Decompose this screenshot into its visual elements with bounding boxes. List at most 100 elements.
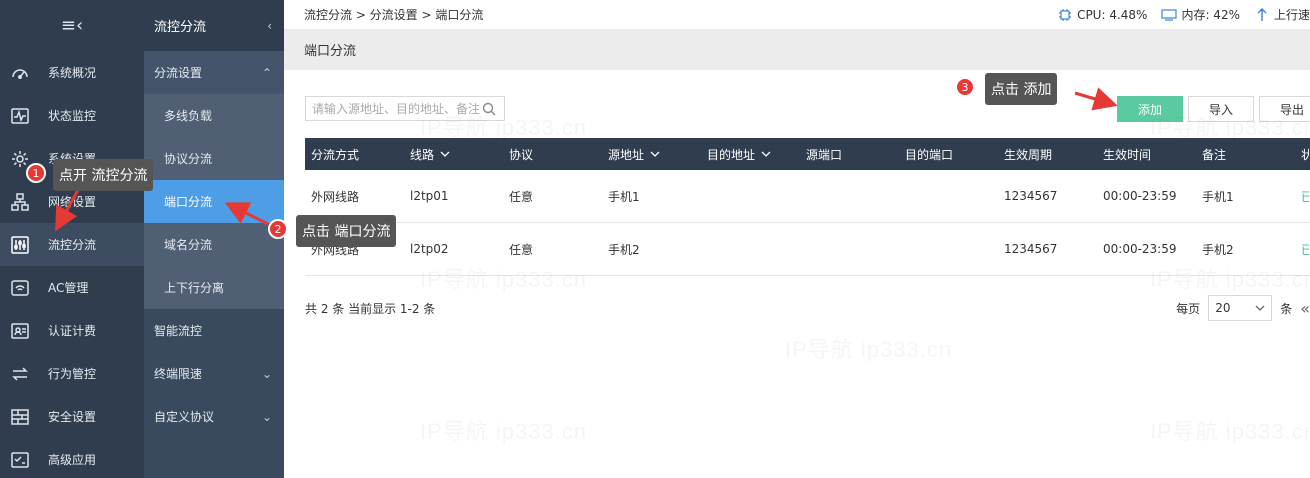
table-row[interactable]: 外网线路 l2tp02 任意 手机2 1234567 00:00-23:59 手… bbox=[305, 223, 1310, 276]
cell-line: l2tp02 bbox=[410, 242, 449, 256]
search-input[interactable] bbox=[312, 101, 482, 116]
sidebar-item-advanced[interactable]: 高级应用 bbox=[0, 438, 144, 478]
cpu-icon bbox=[1059, 8, 1072, 21]
sidebar-item-overview[interactable]: 系统概况 bbox=[0, 51, 144, 94]
first-page-icon[interactable]: « bbox=[1300, 299, 1310, 318]
sidebar-item-label: 网络设置 bbox=[48, 195, 97, 209]
col-header-src[interactable]: 源地址 bbox=[602, 146, 701, 163]
col-header-srcport: 源端口 bbox=[800, 146, 899, 163]
cell-status[interactable]: 已 bbox=[1295, 188, 1309, 205]
submenu-item-label: 终端限速 bbox=[154, 367, 203, 381]
header-label: 备注 bbox=[1202, 147, 1227, 162]
cell-remark: 手机2 bbox=[1202, 242, 1234, 257]
header-label: 生效时间 bbox=[1103, 147, 1152, 162]
system-stats: CPU: 4.48% 内存: 42% 上行速 bbox=[1057, 6, 1310, 23]
submenu-item-port[interactable]: 端口分流 bbox=[144, 180, 284, 223]
sidebar-item-ac[interactable]: AC管理 bbox=[0, 266, 144, 309]
arrow-up-icon bbox=[1257, 7, 1267, 21]
wifi-icon bbox=[9, 277, 31, 299]
cell-mode: 外网线路 bbox=[311, 189, 360, 204]
submenu-panel: 流控分流 ‹ 分流设置 ⌃ 多线负载 协议分流 端口分流 域名分流 上下行分离 … bbox=[144, 0, 284, 478]
submenu-header: 流控分流 ‹ bbox=[144, 0, 284, 51]
submenu-item-protocol[interactable]: 协议分流 bbox=[144, 137, 284, 180]
firewall-icon bbox=[9, 406, 31, 428]
collapse-menu-icon[interactable]: ≡‹ bbox=[0, 0, 144, 51]
search-box[interactable] bbox=[305, 96, 505, 121]
chevron-down-icon bbox=[650, 151, 660, 157]
sidebar-item-label: AC管理 bbox=[48, 281, 89, 295]
per-page-select[interactable]: 20 bbox=[1208, 295, 1273, 321]
search-icon[interactable] bbox=[482, 102, 496, 116]
col-header-protocol: 协议 bbox=[503, 146, 602, 163]
header-label: 协议 bbox=[509, 147, 534, 162]
memory-value: 内存: 42% bbox=[1181, 8, 1240, 22]
sidebar-item-label: 高级应用 bbox=[48, 453, 97, 467]
step-callout-1: 点开 流控分流 bbox=[53, 159, 154, 191]
import-button[interactable]: 导入 bbox=[1188, 96, 1254, 122]
cpu-value: CPU: 4.48% bbox=[1077, 7, 1148, 22]
submenu-item-smart[interactable]: 智能流控 bbox=[144, 309, 284, 352]
per-page-label: 每页 bbox=[1176, 301, 1201, 316]
network-icon bbox=[9, 191, 31, 213]
sidebar-item-monitor[interactable]: 状态监控 bbox=[0, 94, 144, 137]
chevron-left-icon[interactable]: ‹ bbox=[267, 19, 272, 33]
col-header-period: 生效周期 bbox=[998, 146, 1097, 163]
submenu-item-updown[interactable]: 上下行分离 bbox=[144, 266, 284, 309]
sidebar-item-auth[interactable]: 认证计费 bbox=[0, 309, 144, 352]
col-header-dstport: 目的端口 bbox=[899, 146, 998, 163]
cell-src: 手机2 bbox=[608, 242, 640, 257]
sidebar-item-label: 流控分流 bbox=[48, 238, 97, 252]
col-header-status: 状 bbox=[1295, 146, 1309, 163]
top-bar: 流控分流 > 分流设置 > 端口分流 CPU: 4.48% 内存: 42% 上行… bbox=[284, 0, 1310, 29]
memory-stat: 内存: 42% bbox=[1161, 6, 1240, 23]
cell-protocol: 任意 bbox=[509, 242, 534, 257]
submenu-item-ratelimit[interactable]: 终端限速 ⌄ bbox=[144, 352, 284, 395]
submenu-item-multiline[interactable]: 多线负载 bbox=[144, 94, 284, 137]
cell-remark: 手机1 bbox=[1202, 189, 1234, 204]
submenu-item-domain[interactable]: 域名分流 bbox=[144, 223, 284, 266]
pulse-icon bbox=[9, 105, 31, 127]
sidebar-item-behavior[interactable]: 行为管控 bbox=[0, 352, 144, 395]
add-button[interactable]: 添加 bbox=[1117, 96, 1183, 122]
chevron-down-icon bbox=[440, 151, 450, 157]
sidebar-item-security[interactable]: 安全设置 bbox=[0, 395, 144, 438]
memory-icon bbox=[1161, 8, 1178, 21]
step-callout-3: 点击 添加 bbox=[985, 73, 1058, 105]
header-label: 状 bbox=[1301, 147, 1309, 162]
table-header: 分流方式 线路 协议 源地址 目的地址 源端口 目的端口 生效周期 生效时间 备… bbox=[305, 138, 1310, 170]
export-button[interactable]: 导出 bbox=[1259, 96, 1310, 122]
cell-period: 1234567 bbox=[1004, 189, 1058, 203]
header-label: 源端口 bbox=[806, 147, 843, 162]
sidebar-item-traffic[interactable]: 流控分流 bbox=[0, 223, 144, 266]
col-header-remark: 备注 bbox=[1196, 146, 1295, 163]
submenu-group-split[interactable]: 分流设置 ⌃ bbox=[144, 51, 284, 94]
col-header-line[interactable]: 线路 bbox=[404, 146, 503, 163]
cell-time: 00:00-23:59 bbox=[1103, 242, 1177, 256]
rules-table: 分流方式 线路 协议 源地址 目的地址 源端口 目的端口 生效周期 生效时间 备… bbox=[305, 138, 1310, 276]
step-number-1: 1 bbox=[26, 163, 46, 183]
sidebar-item-label: 行为管控 bbox=[48, 367, 97, 381]
watermark: IP导航 ip333.cn bbox=[420, 414, 587, 446]
arrow-step3 bbox=[1074, 87, 1118, 111]
gauge-icon bbox=[9, 62, 31, 84]
sidebar-item-label: 系统概况 bbox=[48, 66, 97, 80]
header-label: 分流方式 bbox=[311, 147, 360, 162]
col-header-mode: 分流方式 bbox=[305, 146, 404, 163]
cpu-stat: CPU: 4.48% bbox=[1057, 8, 1147, 22]
col-header-time: 生效时间 bbox=[1097, 146, 1196, 163]
breadcrumb: 流控分流 > 分流设置 > 端口分流 bbox=[304, 8, 484, 22]
header-label: 生效周期 bbox=[1004, 147, 1053, 162]
table-footer: 共 2 条 当前显示 1-2 条 每页 20 条 « bbox=[305, 290, 1310, 326]
cell-status[interactable]: 已 bbox=[1295, 241, 1309, 258]
chevron-down-icon bbox=[761, 151, 771, 157]
record-summary: 共 2 条 当前显示 1-2 条 bbox=[305, 301, 436, 316]
cell-line: l2tp01 bbox=[410, 189, 449, 203]
submenu-group-label: 分流设置 bbox=[154, 66, 203, 80]
header-label: 目的端口 bbox=[905, 147, 954, 162]
submenu-item-label: 智能流控 bbox=[154, 324, 203, 338]
col-header-dst[interactable]: 目的地址 bbox=[701, 146, 800, 163]
table-row[interactable]: 外网线路 l2tp01 任意 手机1 1234567 00:00-23:59 手… bbox=[305, 170, 1310, 223]
per-page-value: 20 bbox=[1215, 301, 1231, 315]
submenu-item-custom[interactable]: 自定义协议 ⌄ bbox=[144, 395, 284, 438]
chevron-down-icon: ⌄ bbox=[261, 409, 272, 424]
